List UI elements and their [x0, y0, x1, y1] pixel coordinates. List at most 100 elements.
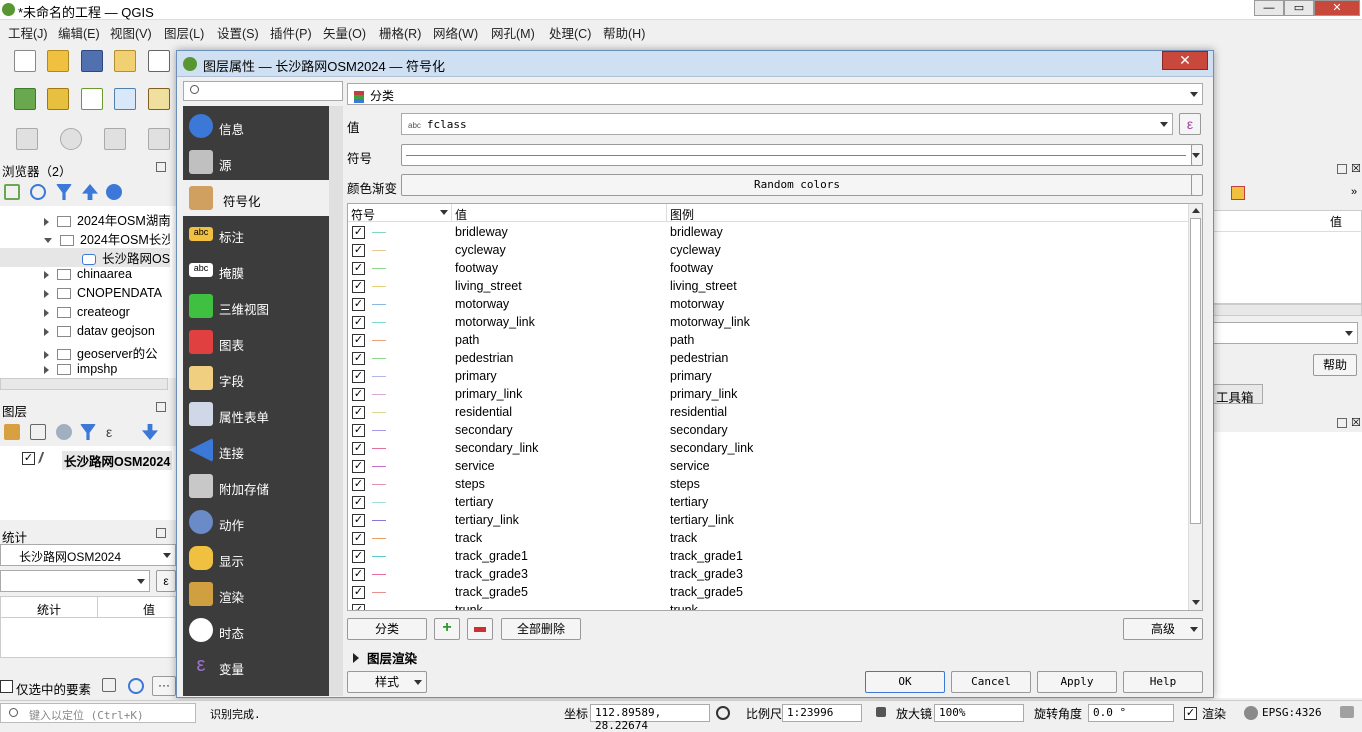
new-geopackage-icon[interactable]	[47, 88, 69, 110]
category-visible-checkbox[interactable]: ✓	[352, 514, 365, 527]
locator-search-input[interactable]: 键入以定位 (Ctrl+K)	[0, 703, 196, 723]
category-visible-checkbox[interactable]: ✓	[352, 262, 365, 275]
menu-settings[interactable]: 设置(S)	[217, 23, 259, 42]
category-value[interactable]: service	[455, 459, 495, 473]
category-row[interactable]: ✓ secondary_link secondary_link	[348, 439, 1188, 457]
menu-raster[interactable]: 栅格(R)	[379, 23, 421, 42]
category-legend[interactable]: tertiary	[670, 495, 708, 509]
toggle-extents-icon[interactable]	[716, 706, 730, 720]
color-ramp-dropdown-button[interactable]	[1191, 174, 1203, 196]
category-visible-checkbox[interactable]: ✓	[352, 298, 365, 311]
category-symbol-swatch[interactable]	[372, 610, 386, 611]
stats-expression-button[interactable]: ε	[156, 570, 176, 592]
category-symbol-swatch[interactable]	[372, 250, 386, 251]
category-symbol-swatch[interactable]	[372, 268, 386, 269]
category-legend[interactable]: tertiary_link	[670, 513, 734, 527]
copy-icon[interactable]	[102, 678, 116, 692]
category-value[interactable]: footway	[455, 261, 498, 275]
sidebar-item-attribute-form[interactable]: 属性表单	[183, 396, 329, 432]
right-help-button[interactable]: 帮助	[1313, 354, 1357, 376]
maximize-button[interactable]: ▭	[1284, 0, 1314, 16]
select-features-icon[interactable]	[16, 128, 38, 150]
menu-view[interactable]: 视图(V)	[110, 23, 152, 42]
category-legend[interactable]: motorway	[670, 297, 724, 311]
collapse-all-icon[interactable]	[82, 184, 98, 200]
category-value[interactable]: primary_link	[455, 387, 522, 401]
more-options-button[interactable]: ···	[152, 676, 176, 696]
crs-globe-icon[interactable]	[1244, 706, 1258, 720]
browser-hscrollbar[interactable]	[0, 378, 168, 390]
properties-info-icon[interactable]	[106, 184, 122, 200]
style-manager-icon[interactable]	[4, 424, 20, 440]
magnifier-spinbox[interactable]: 100%	[934, 704, 1024, 722]
category-symbol-swatch[interactable]	[372, 592, 386, 593]
category-legend[interactable]: primary	[670, 369, 712, 383]
category-symbol-swatch[interactable]	[372, 340, 386, 341]
float-panel-icon[interactable]	[1337, 418, 1347, 428]
category-visible-checkbox[interactable]: ✓	[352, 316, 365, 329]
selected-only-checkbox[interactable]	[0, 680, 13, 693]
sidebar-item-diagrams[interactable]: 图表	[183, 324, 329, 360]
category-symbol-swatch[interactable]	[372, 394, 386, 395]
visibility-icon[interactable]	[56, 424, 72, 440]
category-value[interactable]: path	[455, 333, 479, 347]
temporary-layer-icon[interactable]	[148, 88, 170, 110]
lock-scale-icon[interactable]	[876, 707, 886, 717]
float-panel-icon[interactable]	[156, 528, 166, 538]
layer-visibility-checkbox[interactable]: ✓	[22, 452, 35, 465]
category-legend[interactable]: track_grade5	[670, 585, 743, 599]
symbol-button[interactable]	[401, 144, 1193, 166]
category-value[interactable]: primary	[455, 369, 497, 383]
category-symbol-swatch[interactable]	[372, 448, 386, 449]
category-legend[interactable]: trunk	[670, 603, 698, 610]
scroll-thumb[interactable]	[1190, 218, 1201, 524]
tree-item-selected-layer[interactable]: 长沙路网OS	[0, 248, 170, 267]
right-hscrollbar[interactable]	[1213, 304, 1362, 316]
save-project-icon[interactable]	[81, 50, 103, 72]
tree-item[interactable]: 2024年OSM长沙	[0, 229, 170, 248]
category-legend[interactable]: residential	[670, 405, 727, 419]
expression-builder-button[interactable]: ε	[1179, 113, 1201, 135]
menu-processing[interactable]: 处理(C)	[549, 23, 591, 42]
menu-mesh[interactable]: 网孔(M)	[491, 23, 535, 42]
category-visible-checkbox[interactable]: ✓	[352, 460, 365, 473]
style-button[interactable]: 样式	[347, 671, 427, 693]
category-visible-checkbox[interactable]: ✓	[352, 406, 365, 419]
category-visible-checkbox[interactable]: ✓	[352, 226, 365, 239]
category-symbol-swatch[interactable]	[372, 376, 386, 377]
category-visible-checkbox[interactable]: ✓	[352, 550, 365, 563]
category-value[interactable]: secondary	[455, 423, 513, 437]
category-symbol-swatch[interactable]	[372, 520, 386, 521]
sidebar-item-actions[interactable]: 动作	[183, 504, 329, 540]
category-visible-checkbox[interactable]: ✓	[352, 568, 365, 581]
symbol-dropdown-button[interactable]	[1191, 144, 1203, 166]
identify-icon[interactable]	[60, 128, 82, 150]
category-value[interactable]: bridleway	[455, 225, 508, 239]
category-value[interactable]: track_grade3	[455, 567, 528, 581]
tree-item[interactable]: geoserver的公	[0, 343, 170, 362]
help-button[interactable]: Help	[1123, 671, 1203, 693]
classify-button[interactable]: 分类	[347, 618, 427, 640]
category-legend[interactable]: track_grade1	[670, 549, 743, 563]
category-row[interactable]: ✓ trunk trunk	[348, 601, 1188, 611]
category-row[interactable]: ✓ motorway motorway	[348, 295, 1188, 313]
category-legend[interactable]: bridleway	[670, 225, 723, 239]
category-row[interactable]: ✓ cycleway cycleway	[348, 241, 1188, 259]
category-row[interactable]: ✓ secondary secondary	[348, 421, 1188, 439]
new-project-icon[interactable]	[14, 50, 36, 72]
category-value[interactable]: residential	[455, 405, 512, 419]
category-row[interactable]: ✓ tertiary_link tertiary_link	[348, 511, 1188, 529]
refresh-icon[interactable]	[30, 184, 46, 200]
layer-name[interactable]: 长沙路网OSM2024	[62, 451, 173, 470]
filter-icon[interactable]	[56, 184, 72, 200]
sidebar-item-masks[interactable]: abc 掩膜	[183, 252, 329, 288]
close-panel-icon[interactable]: ☒	[1351, 162, 1361, 175]
float-panel-icon[interactable]	[156, 162, 166, 172]
minimize-button[interactable]: —	[1254, 0, 1284, 16]
category-row[interactable]: ✓ primary_link primary_link	[348, 385, 1188, 403]
category-row[interactable]: ✓ living_street living_street	[348, 277, 1188, 295]
cancel-button[interactable]: Cancel	[951, 671, 1031, 693]
tree-item[interactable]: datav geojson	[0, 324, 170, 343]
refresh-stats-icon[interactable]	[128, 678, 144, 694]
scale-combo[interactable]: 1:23996	[782, 704, 862, 722]
